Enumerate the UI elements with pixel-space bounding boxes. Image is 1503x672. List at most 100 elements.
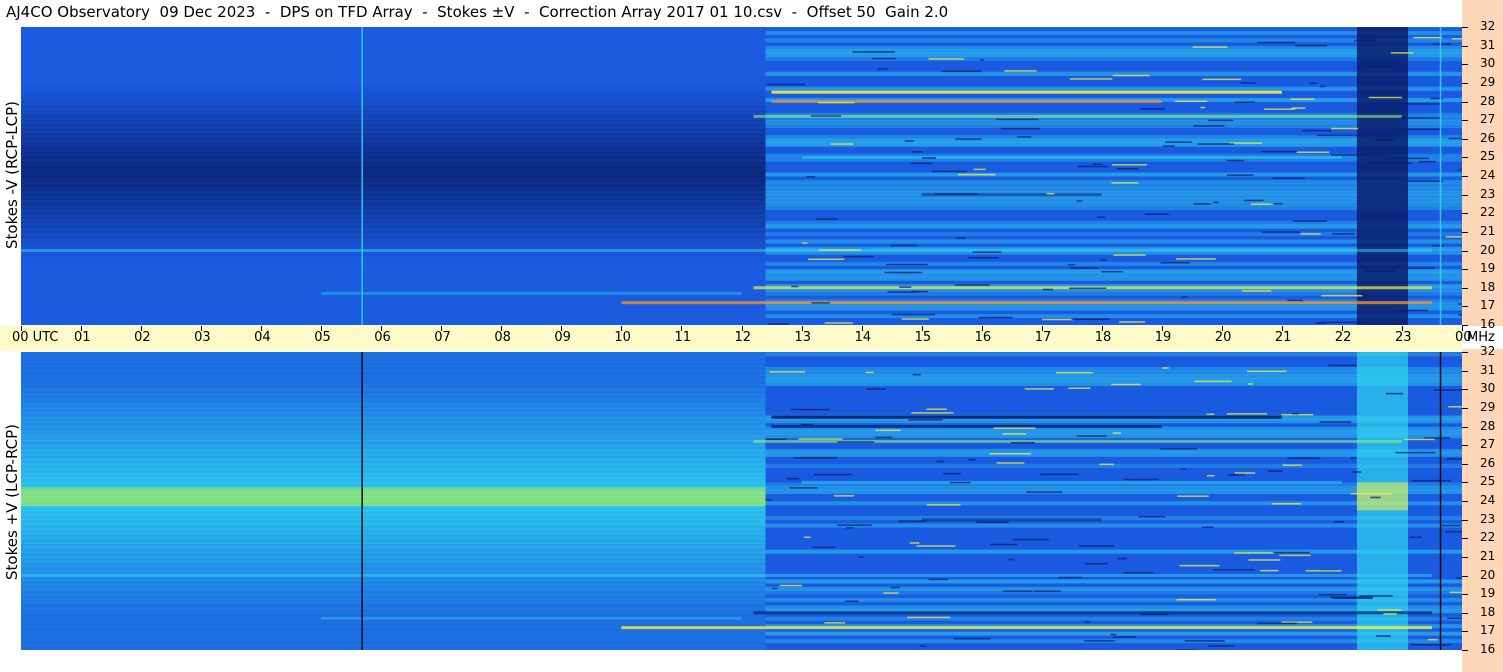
rfi-dash (1175, 258, 1216, 260)
rfi-streak (753, 611, 1432, 615)
y-tick-label: 19 (1480, 261, 1496, 276)
x-tick-label: 04 (254, 330, 271, 345)
rfi-dash (1441, 524, 1461, 527)
rfi-dash (1300, 233, 1321, 235)
rfi-dash (968, 256, 999, 259)
rfi-dash (1012, 538, 1049, 541)
y-tick-mark (1462, 64, 1468, 66)
frequency-band (21, 361, 766, 367)
y-tick-label: 30 (1480, 381, 1496, 396)
rfi-dash (926, 408, 947, 411)
rfi-dash (1411, 479, 1451, 482)
rfi-dash (1282, 464, 1303, 466)
rfi-dash (824, 622, 846, 624)
rfi-dash (1011, 442, 1035, 444)
x-tick-label: 19 (1154, 330, 1172, 345)
rfi-dash (1334, 521, 1345, 523)
frequency-band (21, 393, 766, 400)
rfi-dash (1295, 44, 1327, 47)
rfi-dash (798, 438, 843, 440)
rfi-dash (1057, 576, 1082, 579)
rfi-dash (1271, 551, 1310, 554)
rfi-dash (1177, 495, 1209, 497)
rfi-dash (806, 176, 816, 178)
rfi-dash (1377, 609, 1402, 611)
rfi-dash (769, 371, 806, 373)
rfi-dash (1144, 213, 1169, 215)
rfi-dash (1119, 321, 1145, 323)
y-tick-mark (1462, 213, 1468, 215)
frequency-band (21, 194, 766, 200)
rfi-dash (1354, 134, 1391, 137)
y-tick-label: 29 (1480, 399, 1496, 414)
frequency-band (21, 87, 766, 93)
rfi-dash (1101, 270, 1124, 273)
rfi-dash (802, 242, 808, 244)
x-tick-label: 13 (794, 330, 812, 345)
x-tick-label: 15 (914, 330, 932, 345)
frequency-unit-label: MHz (1467, 330, 1495, 345)
rfi-dash (1068, 287, 1107, 289)
rfi-dash (1111, 383, 1141, 386)
rfi-dash (926, 504, 961, 506)
rfi-dash (1433, 389, 1462, 391)
rfi-dash (891, 313, 936, 316)
rfi-dash (1260, 569, 1279, 572)
rfi-dash (811, 302, 830, 304)
rfi-dash (1448, 137, 1462, 140)
rfi-dash (1116, 168, 1138, 170)
rfi-dash (1117, 557, 1127, 560)
rfi-dash (968, 458, 976, 461)
rfi-dash (1202, 78, 1241, 81)
rfi-dash (1449, 591, 1462, 594)
frequency-band (21, 199, 766, 205)
y-tick-label: 25 (1480, 149, 1496, 164)
frequency-band (21, 208, 766, 214)
rfi-dash (1180, 468, 1186, 470)
rfi-dash (1226, 413, 1268, 415)
y-tick-mark (1462, 519, 1468, 521)
y-tick-mark (1462, 482, 1468, 484)
frequency-band (21, 636, 766, 642)
frequency-band (21, 552, 766, 558)
rfi-dash (1024, 388, 1054, 390)
rfi-dash (932, 170, 968, 173)
rfi-dash (901, 318, 929, 320)
y-tick-mark (1462, 157, 1468, 159)
y-tick-mark (1462, 370, 1468, 372)
rfi-dash (928, 578, 949, 581)
rfi-dash (1292, 412, 1300, 415)
rfi-dash (837, 441, 875, 443)
rfi-dash (768, 323, 789, 325)
rfi-dash (1431, 245, 1444, 247)
rfi-dash (1176, 598, 1216, 601)
rfi-dash (1179, 564, 1220, 567)
rfi-dash (1160, 261, 1190, 264)
y-tick-mark (1462, 407, 1468, 409)
rfi-dash (1376, 635, 1391, 637)
rfi-dash (955, 138, 982, 140)
rfi-dash (912, 373, 921, 376)
rfi-dash (1076, 435, 1107, 437)
rfi-dash (911, 412, 954, 414)
frequency-band (21, 96, 766, 102)
y-tick-mark (1462, 631, 1468, 633)
rfi-dash (1319, 421, 1352, 423)
rfi-dash (1370, 496, 1381, 499)
rfi-dash (1113, 636, 1136, 638)
stokes-plus-v-spectrogram (21, 352, 1462, 650)
y-tick-mark (1462, 82, 1468, 84)
rfi-dash (1428, 638, 1438, 641)
rfi-dash (990, 543, 1018, 546)
frequency-band (21, 589, 766, 595)
rfi-dash (1399, 128, 1442, 130)
rfi-dash (996, 462, 1025, 464)
rfi-dash (883, 592, 899, 594)
rfi-dash (1193, 125, 1225, 127)
y-tick-label: 22 (1480, 530, 1496, 545)
frequency-band (21, 227, 766, 233)
rfi-dash (1350, 457, 1356, 459)
rfi-dash (899, 286, 912, 288)
y-tick-label: 32 (1480, 19, 1496, 33)
rfi-dash (817, 101, 855, 104)
